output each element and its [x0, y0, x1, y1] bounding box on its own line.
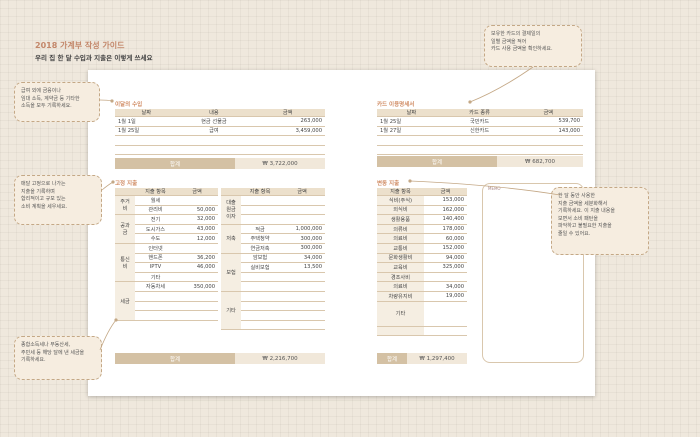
connector-lines: [99, 66, 561, 351]
connector-dot: [114, 318, 118, 322]
connector-line: [409, 180, 561, 196]
connector-dot: [408, 179, 412, 183]
connector-dot: [468, 100, 472, 104]
connector-dot: [111, 180, 115, 184]
connector-line: [99, 99, 113, 102]
connector-line: [469, 66, 534, 103]
connector-dot: [110, 99, 114, 103]
connector-line: [101, 181, 114, 191]
connector-line: [99, 319, 117, 351]
